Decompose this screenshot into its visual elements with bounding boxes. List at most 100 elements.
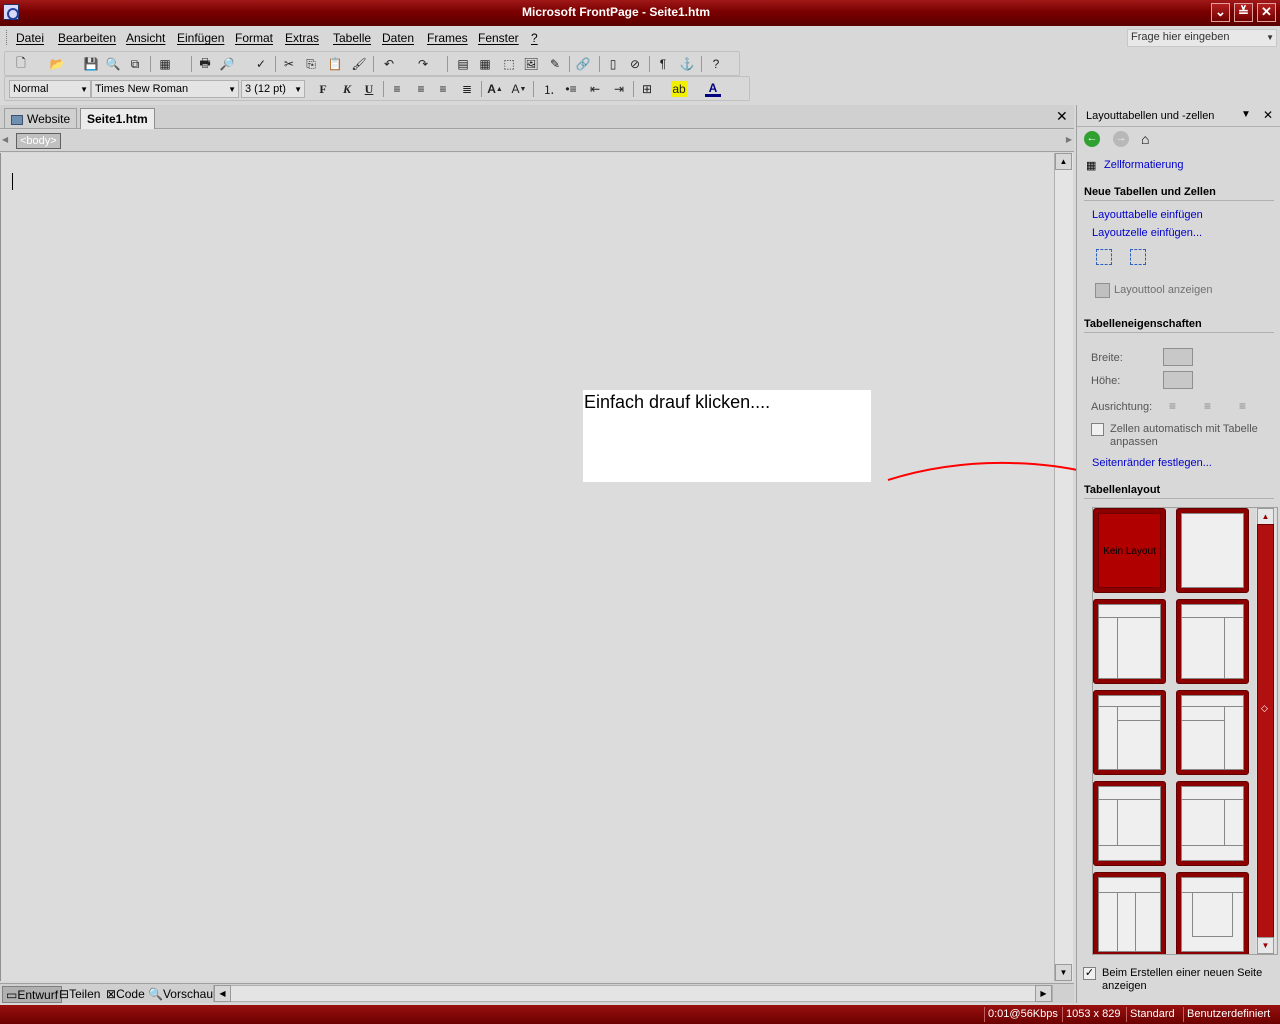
align-right-icon[interactable]: ≡ [435,81,451,97]
save-icon[interactable]: 💾 [83,56,99,72]
editor-vertical-scrollbar[interactable]: ▲ ▼ [1054,153,1073,981]
font-select[interactable]: Times New Roman ▼ [91,80,239,98]
scroll-up-icon[interactable]: ▲ [1055,153,1072,170]
preview-icon[interactable]: 🔎 [219,56,235,72]
borders-icon[interactable]: ⊞ [639,81,655,97]
minimize-icon[interactable]: ⌄ [1211,3,1230,22]
menu-einfuegen[interactable]: Einfügen [177,31,224,45]
justify-icon[interactable]: ≣ [459,81,475,97]
layout-thumb-none[interactable]: Kein Layout [1093,508,1166,593]
draw-layout-cell-icon[interactable] [1130,249,1146,265]
scroll-right-icon[interactable]: ▶ [1035,985,1052,1002]
layout-thumb-header-footer-right[interactable] [1176,781,1249,866]
insert-component-icon[interactable]: ▦ [157,56,173,72]
layout-thumb-header-sidebar-right[interactable] [1176,599,1249,684]
search-icon[interactable]: 🔍 [105,56,121,72]
undo-icon[interactable]: ↶ [381,56,397,72]
menu-help[interactable]: ? [531,31,538,45]
new-page-icon[interactable]: 🗋 [13,56,29,72]
body-tag[interactable]: <body> [16,133,61,149]
menu-daten[interactable]: Daten [382,31,414,45]
format-painter-icon[interactable]: 🖌 [351,56,367,72]
increase-font-icon[interactable]: A ▲ [487,81,503,97]
layout-thumb-single-cell[interactable] [1176,508,1249,593]
gallery-scroll-thumb[interactable]: ◇ [1257,524,1274,938]
font-size-select[interactable]: 3 (12 pt) ▼ [241,80,305,98]
insert-layer-icon[interactable]: ⬚ [501,56,517,72]
tab-seite1[interactable]: Seite1.htm [80,108,155,129]
close-icon[interactable]: ✕ [1257,3,1276,22]
menu-fenster[interactable]: Fenster [478,31,519,45]
design-editor[interactable] [0,153,1054,981]
align-left-icon[interactable]: ≡ [1169,399,1176,413]
tag-left-arrow-icon[interactable]: ◀ [2,135,8,144]
stop-icon[interactable]: ⊘ [627,56,643,72]
editor-horizontal-scrollbar[interactable]: ◀ ▶ [213,985,1053,1002]
scroll-left-icon[interactable]: ◀ [214,985,231,1002]
scroll-down-icon[interactable]: ▼ [1055,964,1072,981]
menu-ansicht[interactable]: Ansicht [126,31,165,45]
align-left-icon[interactable]: ≡ [389,81,405,97]
insert-table-icon[interactable]: ▦ [477,56,493,72]
hyperlink-icon[interactable]: 🔗 [575,56,591,72]
gallery-scroll-down-icon[interactable]: ▼ [1257,937,1274,954]
decrease-font-icon[interactable]: A ▼ [511,81,527,97]
layout-thumb-three-columns[interactable] [1093,872,1166,954]
spellcheck-icon[interactable]: ✓ [253,56,269,72]
gallery-scroll-up-icon[interactable]: ▲ [1257,508,1274,525]
tab-teilen[interactable]: ⊟Teilen [56,986,103,1003]
layout-thumb-header-right-columns[interactable] [1176,690,1249,775]
help-search-input[interactable]: Frage hier eingeben ▼ [1127,29,1277,47]
tab-code[interactable]: ⊠Code [103,986,148,1003]
drawing-icon[interactable]: ✎ [547,56,563,72]
underline-button[interactable]: U [361,81,377,97]
redo-icon[interactable]: ↷ [415,56,431,72]
font-color-icon[interactable]: A [705,81,721,97]
bulleted-list-icon[interactable]: •≡ [563,81,579,97]
menu-datei[interactable]: Datei [16,31,44,45]
print-icon[interactable]: 🖶 [197,56,213,72]
style-select[interactable]: Normal ▼ [9,80,91,98]
web-component-icon[interactable]: ▤ [455,56,471,72]
forward-icon[interactable]: → [1113,131,1129,147]
menu-frames[interactable]: Frames [427,31,468,45]
menu-tabelle[interactable]: Tabelle [333,31,371,45]
bookmark-icon[interactable]: ⚓ [679,56,695,72]
back-icon[interactable]: ← [1084,131,1100,147]
align-center-icon[interactable]: ≡ [1204,399,1211,413]
chevron-down-icon[interactable]: ▼ [1266,33,1274,42]
tab-website[interactable]: Website [4,108,78,129]
align-right-icon[interactable]: ≡ [1239,399,1246,413]
increase-indent-icon[interactable]: ⇥ [611,81,627,97]
menu-format[interactable]: Format [235,31,273,45]
restore-icon[interactable]: ≚ [1234,3,1253,22]
close-doc-icon[interactable]: ✕ [1056,108,1068,125]
layout-thumb-header-footer-left[interactable] [1093,781,1166,866]
bold-button[interactable]: F [315,81,331,97]
tab-entwurf[interactable]: ▭Entwurf [2,986,63,1003]
open-icon[interactable]: 📂 [49,56,65,72]
autofit-checkbox[interactable] [1091,423,1104,436]
cell-formatting-link[interactable]: Zellformatierung [1104,159,1183,171]
tag-right-arrow-icon[interactable]: ▶ [1066,135,1072,144]
show-on-new-page-checkbox[interactable]: ✓ [1083,967,1096,980]
refresh-icon[interactable]: ▯ [605,56,621,72]
layout-thumb-header-left-columns[interactable] [1093,690,1166,775]
gallery-scrollbar[interactable]: ▲ ◇ ▼ [1256,508,1276,954]
menu-bearbeiten[interactable]: Bearbeiten [58,31,116,45]
task-pane-menu-icon[interactable]: ▼ [1241,109,1251,120]
help-icon[interactable]: ? [708,56,724,72]
layout-thumb-framed-center[interactable] [1176,872,1249,954]
insert-layout-table-link[interactable]: Layouttabelle einfügen [1092,209,1203,221]
numbered-list-icon[interactable]: ⒈ [541,81,557,97]
italic-button[interactable]: K [339,81,355,97]
width-input[interactable] [1163,348,1193,366]
page-margins-link[interactable]: Seitenränder festlegen... [1092,457,1212,469]
paste-icon[interactable]: 📋 [327,56,343,72]
draw-layout-table-icon[interactable] [1096,249,1112,265]
layout-thumb-header-sidebar-left[interactable] [1093,599,1166,684]
menu-grip[interactable] [6,30,9,45]
home-icon[interactable]: ⌂ [1141,131,1149,147]
copy-icon[interactable]: ⎘ [303,56,319,72]
highlight-icon[interactable]: ab [671,81,687,97]
